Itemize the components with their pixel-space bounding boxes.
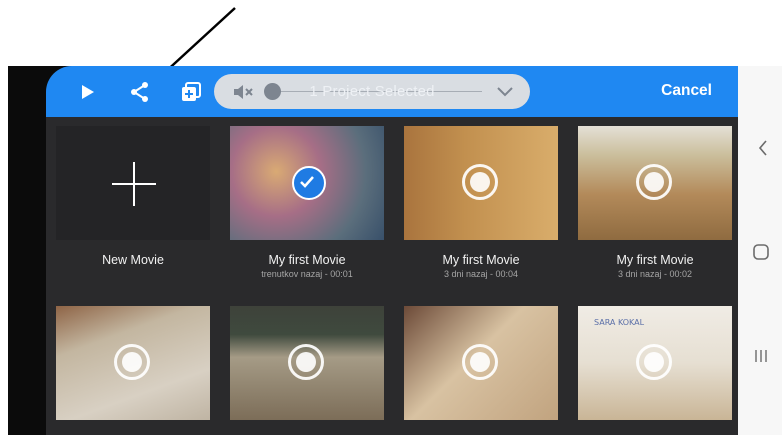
project-thumbnail-5[interactable]: [230, 306, 384, 420]
recents-icon[interactable]: [754, 349, 768, 363]
project-title-1: My first Movie: [268, 253, 346, 267]
select-radio-icon: [636, 344, 672, 380]
project-subtitle-2: 3 dni nazaj - 00:04: [443, 269, 519, 279]
project-thumbnail-4[interactable]: [56, 306, 210, 420]
play-icon: [82, 85, 94, 99]
play-button[interactable]: [74, 78, 102, 106]
back-chevron-icon[interactable]: [758, 140, 768, 156]
select-radio-icon: [288, 344, 324, 380]
chevron-down-icon[interactable]: [496, 84, 514, 98]
share-button[interactable]: [126, 78, 154, 106]
project-title-2: My first Movie: [442, 253, 520, 267]
share-icon: [131, 82, 148, 102]
home-square-icon[interactable]: [753, 244, 769, 260]
project-thumbnail-7[interactable]: SARA KOKAL: [578, 306, 732, 420]
selected-check-icon: [292, 166, 326, 200]
selection-title: 1 Project Selected: [309, 83, 435, 100]
project-thumbnail-1[interactable]: [230, 126, 384, 240]
project-thumbnail-6[interactable]: [404, 306, 558, 420]
project-subtitle-1: trenutkov nazaj - 00:01: [261, 269, 353, 279]
thumbnail-note-text: SARA KOKAL: [594, 318, 645, 327]
new-movie-tile[interactable]: [56, 126, 210, 240]
select-radio-icon: [462, 344, 498, 380]
project-title-3: My first Movie: [616, 253, 694, 267]
select-radio-icon: [114, 344, 150, 380]
app-screen: 1 Project Selected Cancel New Movie My f…: [46, 66, 742, 435]
project-thumbnail-2[interactable]: [404, 126, 558, 240]
project-thumbnail-3[interactable]: [578, 126, 732, 240]
new-movie-label: New Movie: [102, 253, 164, 267]
system-nav-bar: [738, 66, 782, 435]
plus-icon: [112, 162, 156, 206]
add-copy-icon: [182, 82, 201, 101]
duplicate-button[interactable]: [177, 78, 205, 106]
select-radio-icon: [462, 164, 498, 200]
cancel-button[interactable]: Cancel: [661, 82, 712, 100]
select-radio-icon: [636, 164, 672, 200]
project-subtitle-3: 3 dni nazaj - 00:02: [617, 269, 693, 279]
top-toolbar: 1 Project Selected Cancel: [46, 66, 742, 117]
selection-pill[interactable]: 1 Project Selected: [214, 74, 530, 109]
